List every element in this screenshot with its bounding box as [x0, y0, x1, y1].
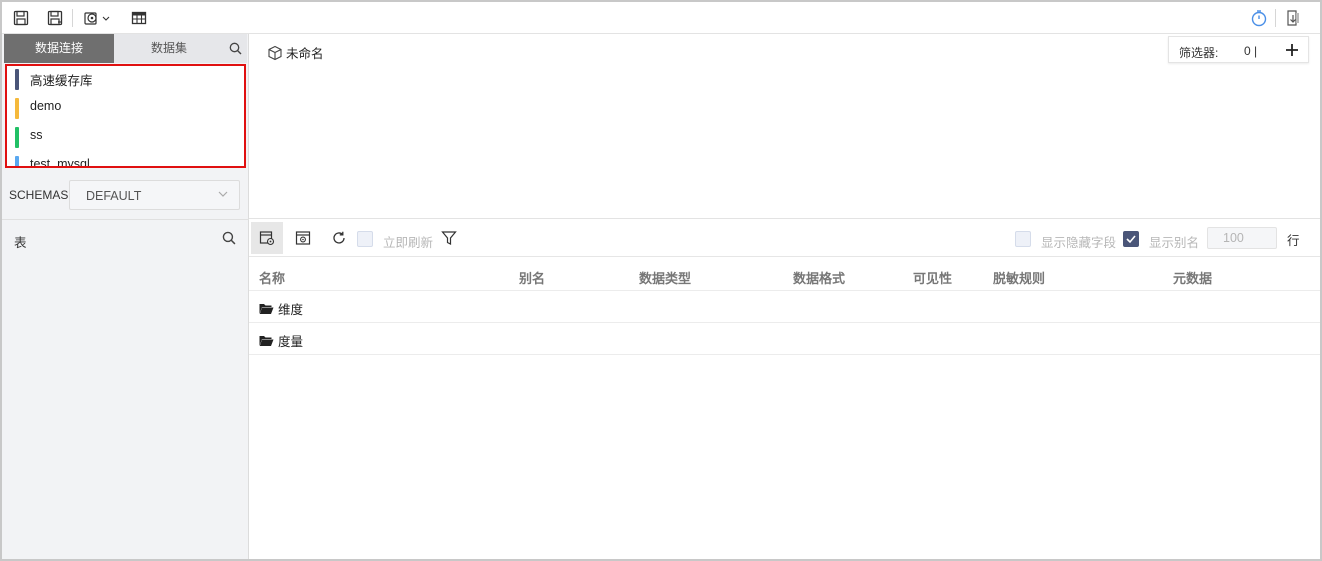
- toolbar-divider: [72, 9, 73, 27]
- timer-icon[interactable]: [1249, 8, 1269, 28]
- field-settings-icon[interactable]: [251, 222, 283, 254]
- filter-count: 0 |: [1244, 44, 1258, 58]
- schema-row: SCHEMAS DEFAULT: [2, 180, 249, 210]
- connection-item[interactable]: ss: [7, 124, 244, 153]
- show-alias-checkbox[interactable]: [1123, 231, 1139, 247]
- show-hidden-fields-label: 显示隐藏字段: [1041, 236, 1117, 250]
- column-header-masking-rule[interactable]: 脱敏规则: [993, 268, 1045, 287]
- connection-color-bar: [15, 98, 19, 119]
- table-row[interactable]: 维度: [249, 291, 1320, 323]
- schema-select[interactable]: DEFAULT: [69, 180, 240, 210]
- add-filter-icon[interactable]: [1282, 40, 1302, 60]
- divider: [2, 219, 249, 220]
- filter-box: 筛选器: 0 |: [1168, 36, 1309, 63]
- folder-open-icon: [259, 304, 274, 314]
- tab-dataset[interactable]: 数据集: [114, 34, 224, 63]
- connection-color-bar: [15, 127, 19, 148]
- show-hidden-fields-checkbox[interactable]: [1015, 231, 1031, 247]
- search-icon[interactable]: [224, 34, 247, 63]
- schema-selected-value: DEFAULT: [86, 189, 142, 203]
- connection-label: test_mysql: [30, 157, 90, 168]
- filter-icon[interactable]: [433, 222, 465, 254]
- left-tabs: 数据连接 数据集: [4, 34, 247, 63]
- connection-label: ss: [30, 128, 43, 142]
- refresh-now-label: 立即刷新: [383, 236, 434, 250]
- table-row[interactable]: 度量: [249, 323, 1320, 355]
- folder-row-content: 维度: [259, 299, 303, 318]
- folder-row-content: 度量: [259, 331, 303, 350]
- filter-label: 筛选器:: [1179, 46, 1219, 60]
- folder-label: 维度: [278, 303, 304, 317]
- connection-item[interactable]: test_mysql: [7, 153, 244, 168]
- folder-open-icon: [259, 336, 274, 346]
- cube-icon: [268, 45, 282, 60]
- table-section-label: 表: [14, 236, 27, 250]
- connection-item[interactable]: 高速缓存库: [7, 66, 244, 95]
- left-panel: 数据连接 数据集 高速缓存库 demo ss test_mysql SCHEMA…: [2, 34, 249, 559]
- connection-list: 高速缓存库 demo ss test_mysql: [5, 64, 246, 168]
- connection-item[interactable]: demo: [7, 95, 244, 124]
- show-alias-label: 显示别名: [1149, 236, 1200, 250]
- column-header-name[interactable]: 名称: [259, 268, 285, 287]
- field-grid-header: 名称 别名 数据类型 数据格式 可见性 脱敏规则 元数据: [249, 258, 1320, 291]
- column-header-data-type[interactable]: 数据类型: [639, 268, 691, 287]
- dataset-name: 未命名: [286, 47, 324, 61]
- schema-label: SCHEMAS: [9, 188, 69, 202]
- connection-label: demo: [30, 99, 62, 113]
- refresh-icon[interactable]: [323, 222, 355, 254]
- dataset-canvas[interactable]: 未命名 筛选器: 0 |: [249, 34, 1320, 219]
- table-search-icon[interactable]: [222, 231, 236, 248]
- row-count-input[interactable]: 100: [1207, 227, 1277, 249]
- column-header-metadata[interactable]: 元数据: [1173, 268, 1212, 287]
- save-icon[interactable]: [11, 8, 31, 28]
- check-icon: [1126, 235, 1136, 244]
- table-icon[interactable]: [129, 8, 149, 28]
- chevron-down-icon: [217, 188, 229, 203]
- top-toolbar: [2, 2, 1320, 34]
- folder-label: 度量: [278, 335, 304, 349]
- column-header-alias[interactable]: 别名: [519, 268, 545, 287]
- connection-label: 高速缓存库: [30, 74, 93, 88]
- refresh-now-checkbox[interactable]: [357, 231, 373, 247]
- field-toolbar: 立即刷新 显示隐藏字段 显示别名 100 行: [249, 220, 1320, 257]
- connection-color-bar: [15, 69, 19, 90]
- export-icon[interactable]: [1283, 8, 1303, 28]
- settings-dropdown-icon[interactable]: [82, 8, 112, 28]
- column-header-visibility[interactable]: 可见性: [913, 268, 952, 287]
- column-header-data-format[interactable]: 数据格式: [793, 268, 845, 287]
- dataset-node[interactable]: 未命名: [267, 43, 324, 62]
- row-unit-label: 行: [1287, 234, 1300, 248]
- tab-data-connection[interactable]: 数据连接: [4, 34, 114, 63]
- preview-icon[interactable]: [287, 222, 319, 254]
- save-as-icon[interactable]: [45, 8, 65, 28]
- toolbar-divider-right: [1275, 9, 1276, 27]
- connection-color-bar: [15, 156, 19, 166]
